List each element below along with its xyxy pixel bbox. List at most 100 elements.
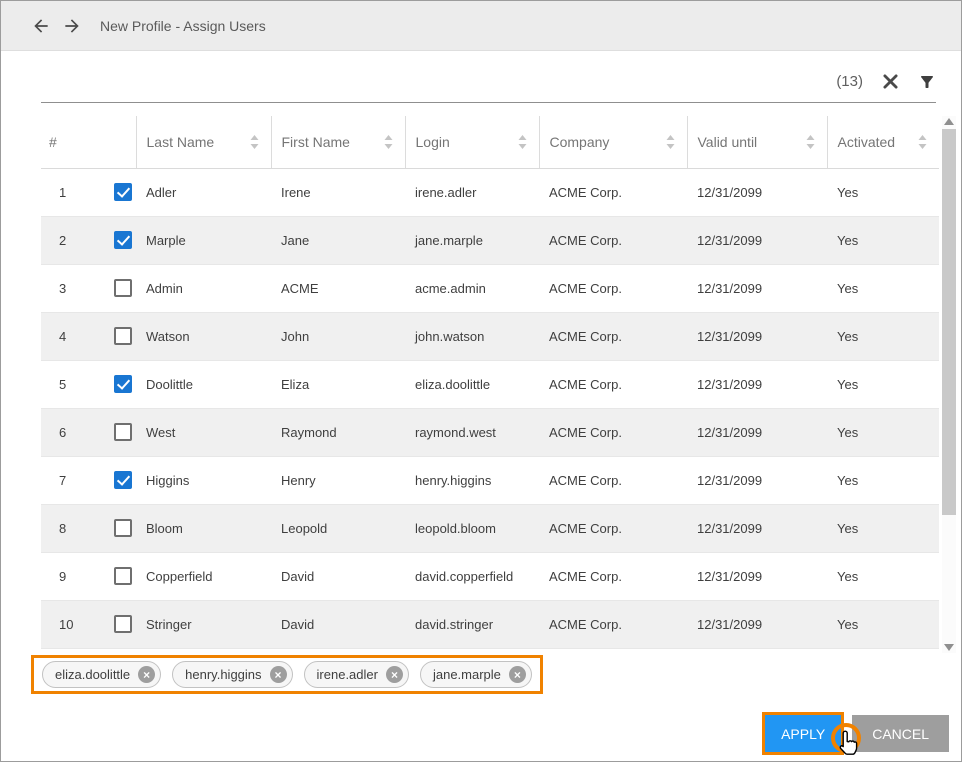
table-row[interactable]: 3AdminACMEacme.adminACME Corp.12/31/2099…: [41, 264, 939, 312]
row-number: 6: [59, 425, 114, 440]
row-number: 3: [59, 281, 114, 296]
scroll-up-arrow-icon[interactable]: [944, 118, 954, 125]
chip-remove-icon[interactable]: ×: [386, 666, 403, 683]
cell-first-name: Jane: [271, 216, 405, 264]
sort-carets-icon[interactable]: [918, 135, 927, 149]
cell-valid-until: 12/31/2099: [687, 600, 827, 648]
cancel-button[interactable]: CANCEL: [852, 715, 949, 752]
cell-last-name: Stringer: [136, 600, 271, 648]
cell-company: ACME Corp.: [539, 504, 687, 552]
row-number: 1: [59, 185, 114, 200]
sort-carets-icon[interactable]: [518, 135, 527, 149]
column-header-valid-until[interactable]: Valid until: [687, 116, 827, 168]
filter-bar: (13): [41, 61, 936, 103]
column-label: #: [49, 134, 57, 150]
row-number-cell: 1: [41, 168, 136, 216]
cell-activated: Yes: [827, 408, 939, 456]
column-header-last-name[interactable]: Last Name: [136, 116, 271, 168]
user-chip: eliza.doolittle×: [42, 661, 161, 688]
row-number: 2: [59, 233, 114, 248]
cell-login: david.stringer: [405, 600, 539, 648]
filter-input[interactable]: [41, 67, 816, 97]
assign-users-dialog: New Profile - Assign Users (13) # Last Na…: [0, 0, 962, 762]
forward-arrow-icon[interactable]: [62, 16, 82, 36]
cell-activated: Yes: [827, 504, 939, 552]
cell-valid-until: 12/31/2099: [687, 360, 827, 408]
scroll-down-arrow-icon[interactable]: [944, 644, 954, 651]
column-label: Login: [416, 134, 450, 150]
cell-login: henry.higgins: [405, 456, 539, 504]
cell-login: jane.marple: [405, 216, 539, 264]
chip-remove-icon[interactable]: ×: [509, 666, 526, 683]
row-checkbox[interactable]: [114, 423, 132, 441]
selected-users-bar: eliza.doolittle×henry.higgins×irene.adle…: [31, 655, 543, 694]
titlebar: New Profile - Assign Users: [1, 1, 961, 51]
cell-first-name: ACME: [271, 264, 405, 312]
column-header-first-name[interactable]: First Name: [271, 116, 405, 168]
table-row[interactable]: 8BloomLeopoldleopold.bloomACME Corp.12/3…: [41, 504, 939, 552]
table-row[interactable]: 2MarpleJanejane.marpleACME Corp.12/31/20…: [41, 216, 939, 264]
dialog-title: New Profile - Assign Users: [100, 18, 266, 34]
row-checkbox[interactable]: [114, 375, 132, 393]
row-number-cell: 5: [41, 360, 136, 408]
table-row[interactable]: 5DoolittleElizaeliza.doolittleACME Corp.…: [41, 360, 939, 408]
scrollbar-thumb[interactable]: [942, 129, 956, 515]
cell-last-name: Admin: [136, 264, 271, 312]
row-checkbox[interactable]: [114, 615, 132, 633]
cell-valid-until: 12/31/2099: [687, 408, 827, 456]
row-checkbox[interactable]: [114, 471, 132, 489]
apply-button[interactable]: APPLY: [762, 712, 844, 755]
cell-activated: Yes: [827, 216, 939, 264]
sort-carets-icon[interactable]: [384, 135, 393, 149]
cell-activated: Yes: [827, 552, 939, 600]
column-header-login[interactable]: Login: [405, 116, 539, 168]
column-header-activated[interactable]: Activated: [827, 116, 939, 168]
row-checkbox[interactable]: [114, 279, 132, 297]
row-checkbox[interactable]: [114, 183, 132, 201]
row-checkbox[interactable]: [114, 519, 132, 537]
sort-carets-icon[interactable]: [250, 135, 259, 149]
cell-login: eliza.doolittle: [405, 360, 539, 408]
back-arrow-icon[interactable]: [31, 16, 51, 36]
cell-first-name: Leopold: [271, 504, 405, 552]
vertical-scrollbar[interactable]: [942, 116, 956, 653]
chip-remove-icon[interactable]: ×: [270, 666, 287, 683]
row-number: 7: [59, 473, 114, 488]
row-checkbox[interactable]: [114, 327, 132, 345]
column-label: Activated: [838, 134, 896, 150]
sort-carets-icon[interactable]: [806, 135, 815, 149]
table-row[interactable]: 10 StringerDaviddavid.stringerACME Corp.1…: [41, 600, 939, 648]
table-row[interactable]: 1AdlerIreneirene.adlerACME Corp.12/31/20…: [41, 168, 939, 216]
table-row[interactable]: 7HigginsHenryhenry.higginsACME Corp.12/3…: [41, 456, 939, 504]
chip-remove-icon[interactable]: ×: [138, 666, 155, 683]
filter-icon[interactable]: [918, 73, 936, 91]
clear-filter-icon[interactable]: [883, 74, 898, 89]
cell-activated: Yes: [827, 312, 939, 360]
sort-carets-icon[interactable]: [666, 135, 675, 149]
cell-company: ACME Corp.: [539, 408, 687, 456]
row-number-cell: 4: [41, 312, 136, 360]
row-checkbox[interactable]: [114, 567, 132, 585]
cell-last-name: Adler: [136, 168, 271, 216]
row-number-cell: 8: [41, 504, 136, 552]
row-checkbox[interactable]: [114, 231, 132, 249]
cell-activated: Yes: [827, 360, 939, 408]
cell-last-name: Marple: [136, 216, 271, 264]
cell-login: irene.adler: [405, 168, 539, 216]
row-number-cell: 6: [41, 408, 136, 456]
column-label: Company: [550, 134, 610, 150]
cell-company: ACME Corp.: [539, 600, 687, 648]
column-label: Last Name: [147, 134, 215, 150]
cell-first-name: David: [271, 600, 405, 648]
table-row[interactable]: 4WatsonJohnjohn.watsonACME Corp.12/31/20…: [41, 312, 939, 360]
table-row[interactable]: 6WestRaymondraymond.westACME Corp.12/31/…: [41, 408, 939, 456]
cell-company: ACME Corp.: [539, 360, 687, 408]
cell-login: leopold.bloom: [405, 504, 539, 552]
column-label: First Name: [282, 134, 350, 150]
cell-last-name: West: [136, 408, 271, 456]
column-header-company[interactable]: Company: [539, 116, 687, 168]
cell-valid-until: 12/31/2099: [687, 168, 827, 216]
row-number: 10: [59, 617, 114, 632]
cell-login: john.watson: [405, 312, 539, 360]
table-row[interactable]: 9CopperfieldDaviddavid.copperfieldACME C…: [41, 552, 939, 600]
